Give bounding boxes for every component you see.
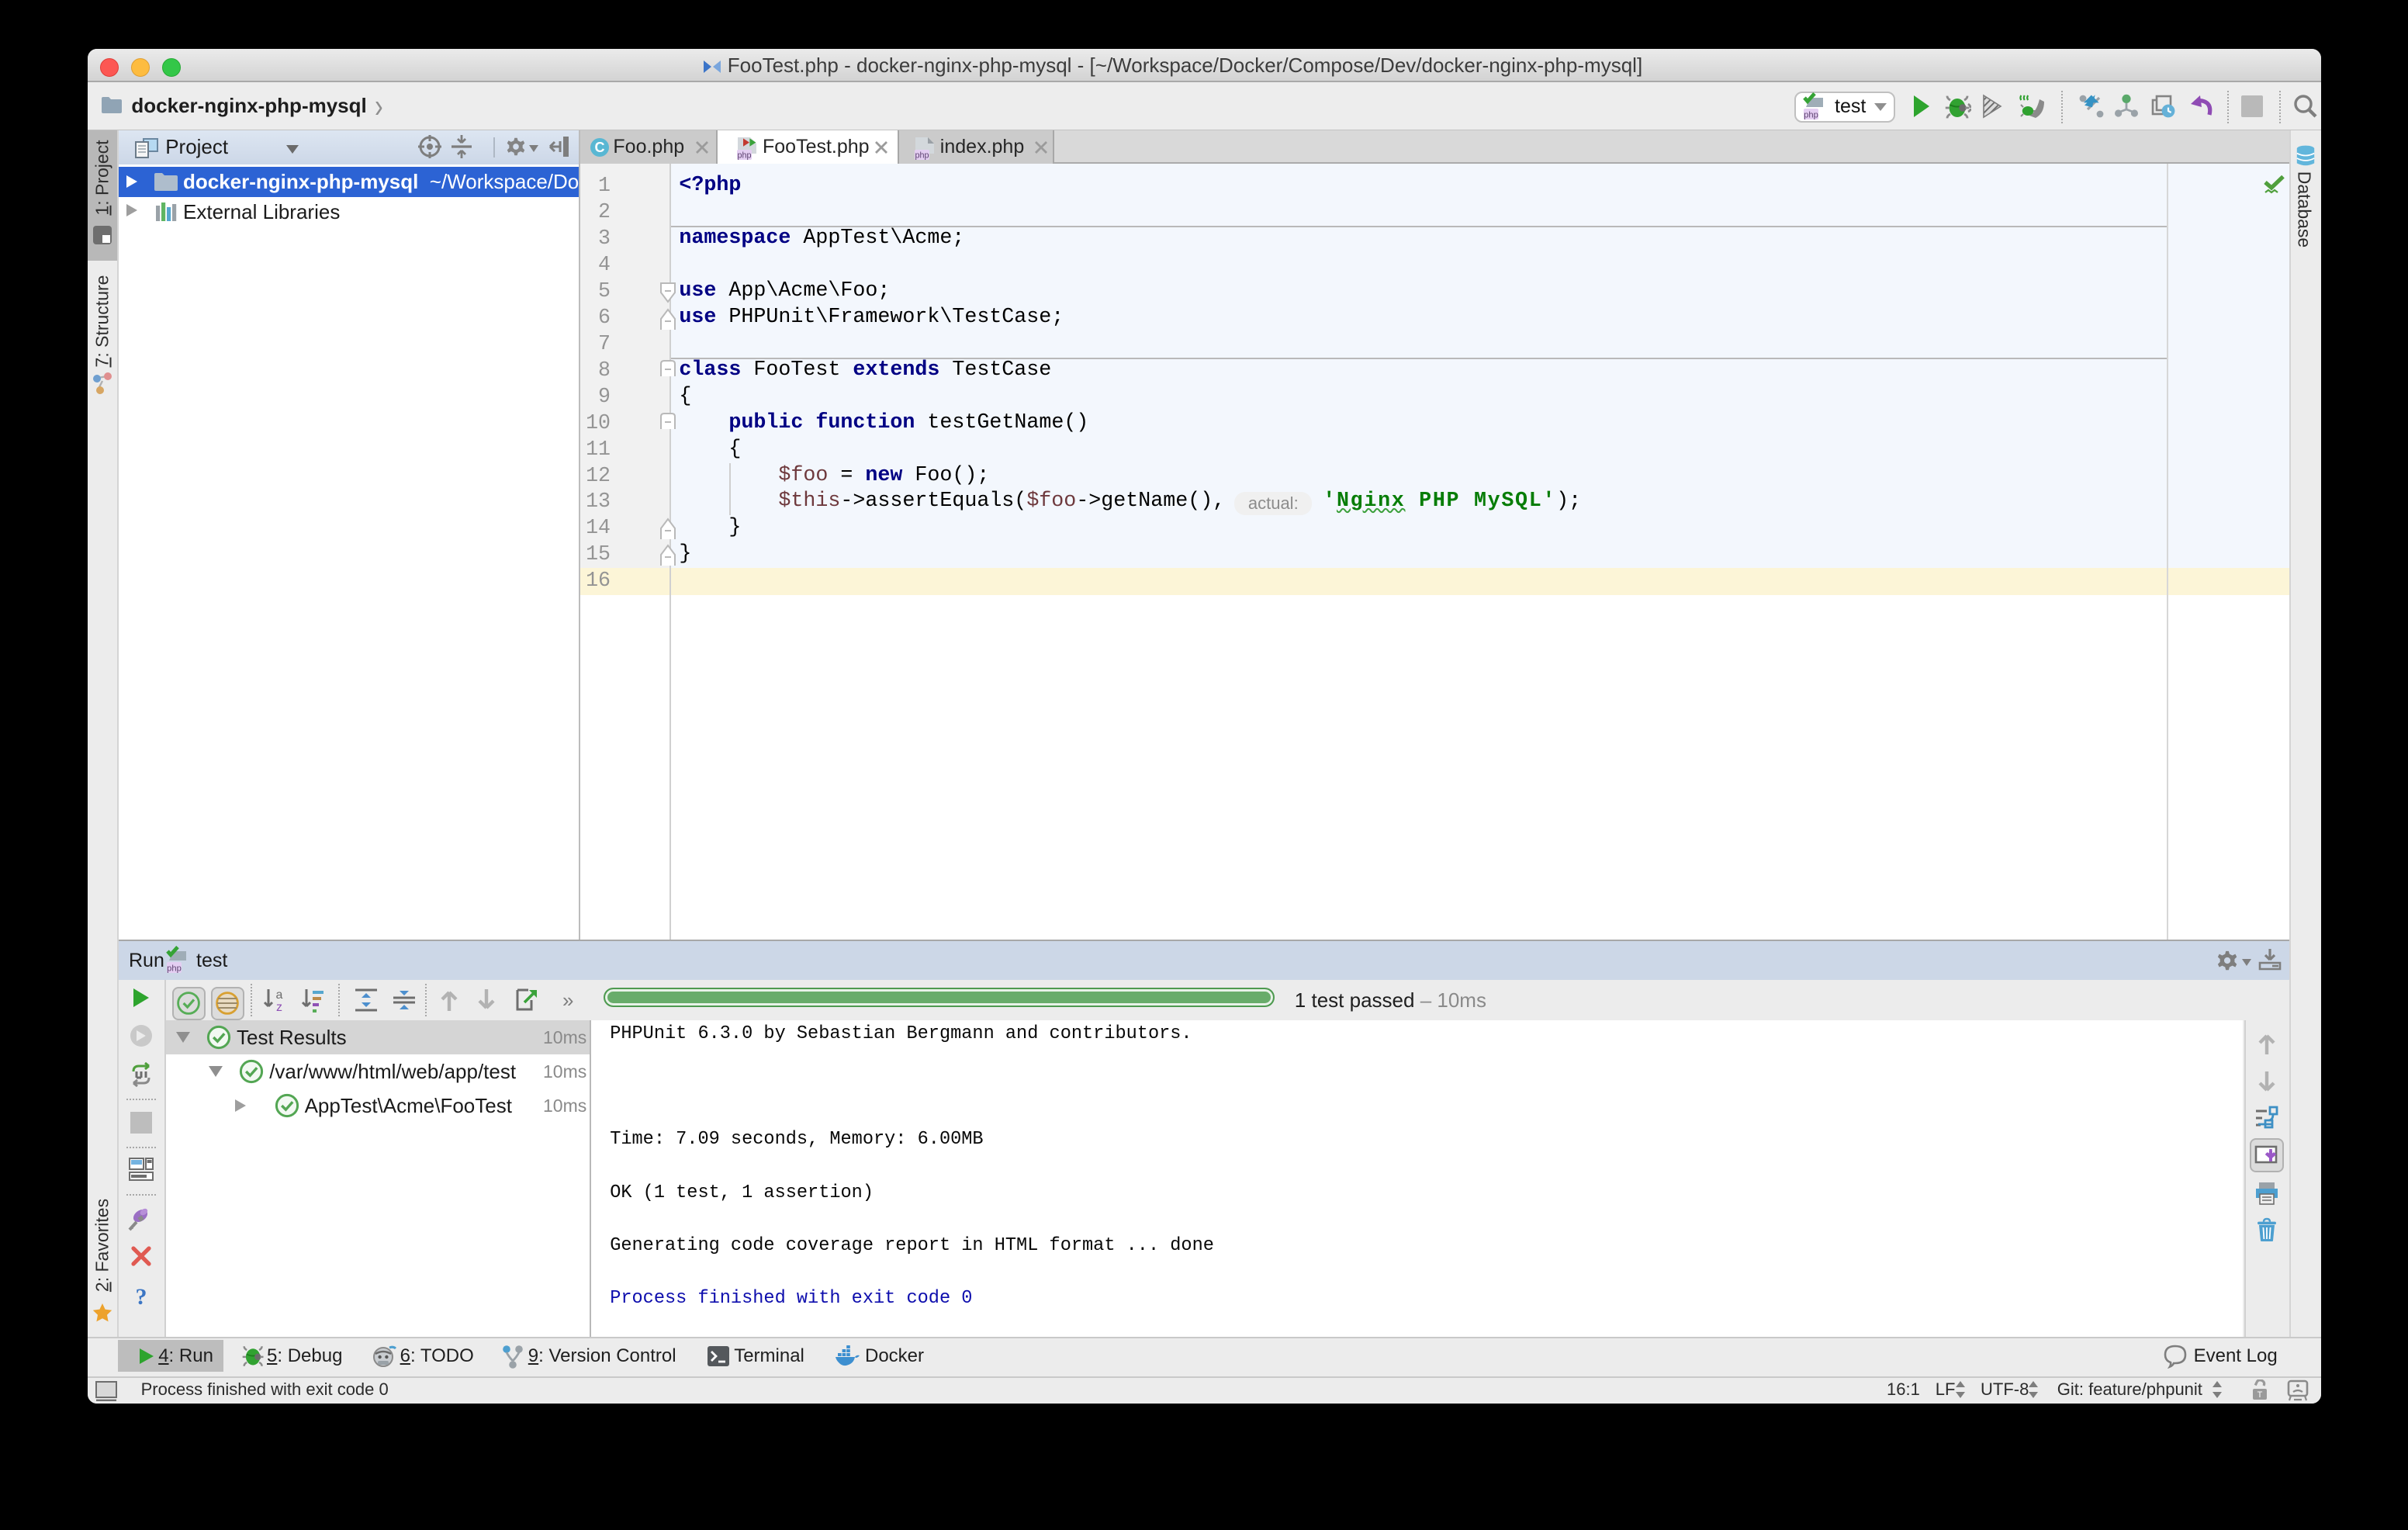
svg-text:php: php bbox=[737, 151, 751, 160]
svg-text:z: z bbox=[276, 1001, 282, 1012]
svg-text:C: C bbox=[595, 140, 605, 155]
svg-text:a: a bbox=[275, 988, 282, 1002]
svg-text:php: php bbox=[915, 151, 929, 160]
svg-text:?: ? bbox=[136, 1284, 147, 1307]
svg-text:php: php bbox=[1804, 111, 1818, 120]
svg-text:php: php bbox=[167, 964, 182, 973]
svg-text:T: T bbox=[2258, 1390, 2263, 1400]
